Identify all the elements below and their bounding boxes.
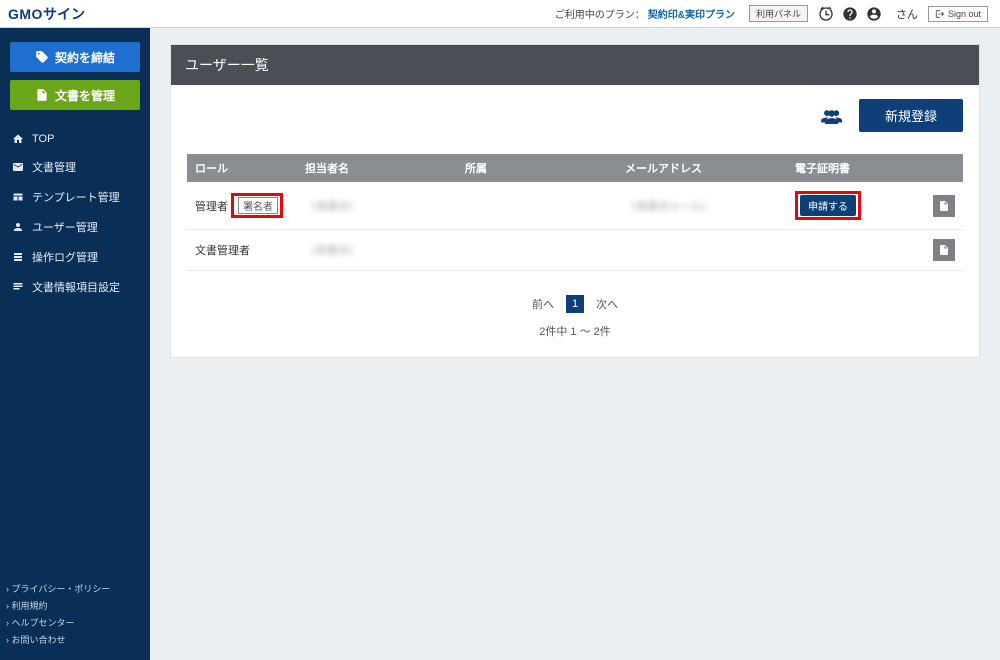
- sidebar-item-logs[interactable]: 操作ログ管理: [0, 242, 150, 272]
- user-table: ロール 担当者名 所属 メールアドレス 電子証明書 管理: [187, 154, 963, 271]
- pager-page[interactable]: 1: [566, 295, 584, 313]
- panel-title: ユーザー一覧: [171, 45, 979, 85]
- pager-next[interactable]: 次へ: [596, 296, 618, 312]
- row-doc-button[interactable]: [933, 195, 955, 217]
- main-area: ユーザー一覧 新規登録 ロール 担当者名 所属 メールアドレス 電: [150, 28, 1000, 660]
- user-icon: [12, 221, 24, 233]
- sidebar-label: ユーザー管理: [32, 219, 98, 235]
- sidebar-item-top[interactable]: TOP: [0, 126, 150, 152]
- sidebar-label: テンプレート管理: [32, 189, 120, 205]
- cell-email: （非表示メール）: [625, 201, 713, 213]
- sign-contract-button[interactable]: 契約を締結: [10, 42, 140, 72]
- logo-prefix: GMO: [8, 6, 43, 22]
- file-icon: [938, 199, 950, 213]
- manage-docs-label: 文書を管理: [55, 87, 115, 104]
- new-register-button[interactable]: 新規登録: [859, 99, 963, 132]
- plan-info: ご利用中のプラン： 契約印&実印プラン: [555, 6, 735, 21]
- signout-button[interactable]: Sign out: [928, 6, 988, 22]
- file-icon: [938, 243, 950, 257]
- manage-docs-button[interactable]: 文書を管理: [10, 80, 140, 110]
- sidebar-label: 文書情報項目設定: [32, 279, 120, 295]
- role-main: 文書管理者: [195, 245, 250, 257]
- role-tag: 署名者: [238, 197, 278, 214]
- template-icon: [12, 191, 24, 203]
- apply-cert-button[interactable]: 申請する: [800, 195, 856, 216]
- table-row[interactable]: 文書管理者 （非表示）: [187, 230, 963, 271]
- log-icon: [12, 251, 24, 263]
- user-list-panel: ユーザー一覧 新規登録 ロール 担当者名 所属 メールアドレス 電: [170, 44, 980, 358]
- row-doc-button[interactable]: [933, 239, 955, 261]
- logo-suffix: サイン: [43, 4, 85, 24]
- table-row[interactable]: 管理者 署名者 （非表示） （非表示メール） 申請する: [187, 182, 963, 230]
- plan-label: ご利用中のプラン：: [555, 6, 645, 21]
- usage-panel-button[interactable]: 利用パネル: [749, 5, 808, 22]
- signout-label: Sign out: [948, 9, 981, 19]
- footer-link-contact[interactable]: › お問い合わせ: [6, 631, 144, 648]
- sidebar-label: 操作ログ管理: [32, 249, 98, 265]
- footer-link-terms[interactable]: › 利用規約: [6, 597, 144, 614]
- group-icon[interactable]: [819, 107, 845, 125]
- sidebar-label: 文書管理: [32, 159, 76, 175]
- role-main: 管理者: [195, 201, 228, 213]
- help-icon[interactable]: [842, 6, 858, 22]
- sidebar: 契約を締結 文書を管理 TOP 文書管理 テンプレート管理 ユーザー管理 操作ロ…: [0, 28, 150, 660]
- mail-icon: [12, 161, 24, 173]
- account-icon[interactable]: [866, 6, 882, 22]
- sign-contract-label: 契約を締結: [55, 49, 115, 66]
- plan-name[interactable]: 契約印&実印プラン: [648, 6, 735, 21]
- logo[interactable]: GMO サイン: [8, 4, 85, 24]
- col-cert: 電子証明書: [787, 154, 925, 182]
- sidebar-item-templates[interactable]: テンプレート管理: [0, 182, 150, 212]
- footer-link-help[interactable]: › ヘルプセンター: [6, 614, 144, 631]
- sidebar-item-docs[interactable]: 文書管理: [0, 152, 150, 182]
- col-email: メールアドレス: [617, 154, 787, 182]
- sidebar-footer: › プライバシー・ポリシー › 利用規約 › ヘルプセンター › お問い合わせ: [0, 572, 150, 660]
- pagination: 前へ 1 次へ 2件中 1 ～ 2件: [187, 295, 963, 339]
- user-suffix: さん: [896, 6, 918, 22]
- col-dept: 所属: [457, 154, 617, 182]
- signout-icon: [935, 9, 945, 19]
- top-header: GMO サイン ご利用中のプラン： 契約印&実印プラン 利用パネル さん Sig…: [0, 0, 1000, 28]
- sidebar-label: TOP: [32, 133, 54, 145]
- sidebar-item-users[interactable]: ユーザー管理: [0, 212, 150, 242]
- fields-icon: [12, 281, 24, 293]
- alarm-icon[interactable]: [818, 6, 834, 22]
- pager-count: 2件中 1 ～ 2件: [187, 323, 963, 339]
- cell-name: （非表示）: [305, 201, 360, 213]
- col-name: 担当者名: [297, 154, 457, 182]
- pager-prev[interactable]: 前へ: [532, 296, 554, 312]
- cell-name: （非表示）: [305, 245, 360, 257]
- col-role: ロール: [187, 154, 297, 182]
- home-icon: [12, 133, 24, 145]
- tag-icon: [35, 50, 49, 64]
- sidebar-item-settings[interactable]: 文書情報項目設定: [0, 272, 150, 302]
- footer-link-privacy[interactable]: › プライバシー・ポリシー: [6, 580, 144, 597]
- doc-icon: [35, 88, 49, 102]
